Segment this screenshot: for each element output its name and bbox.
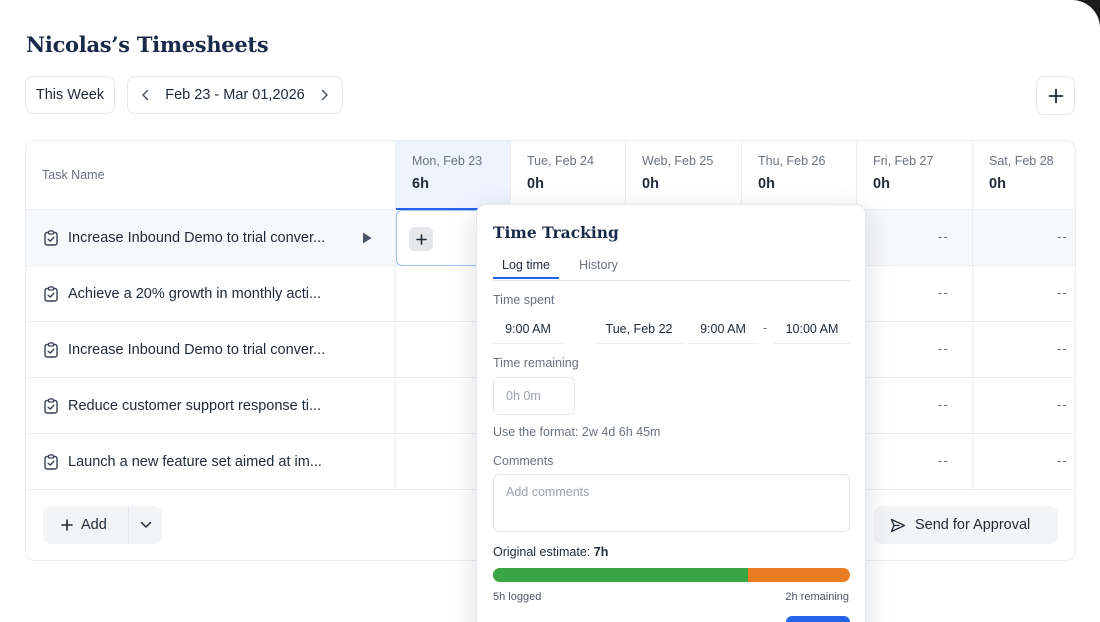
day-label: Web, Feb 25 xyxy=(642,154,714,168)
task-name: Increase Inbound Demo to trial conver... xyxy=(68,230,326,246)
day-column-thu[interactable]: Thu, Feb 26 0h xyxy=(741,141,856,210)
task-name: Launch a new feature set aimed at im... xyxy=(68,454,322,470)
format-hint: Use the format: 2w 4d 6h 45m xyxy=(493,425,661,439)
day-label: Mon, Feb 23 xyxy=(412,154,483,168)
play-icon[interactable] xyxy=(361,231,373,245)
time-progress-bar xyxy=(493,568,850,582)
empty-time-value: -- xyxy=(938,229,949,244)
day-column-wed[interactable]: Web, Feb 25 0h xyxy=(625,141,741,210)
task-name: Reduce customer support response ti... xyxy=(68,398,322,414)
to-time-field[interactable]: 10:00 AM xyxy=(774,314,850,344)
task-cell[interactable]: Increase Inbound Demo to trial conver... xyxy=(44,322,325,378)
day-column-tue[interactable]: Tue, Feb 24 0h xyxy=(510,141,625,210)
tab-history[interactable]: History xyxy=(579,258,618,272)
day-column-mon[interactable]: Mon, Feb 23 6h xyxy=(395,141,510,211)
day-column-sat[interactable]: Sat, Feb 28 0h xyxy=(972,141,1075,210)
chevron-down-icon xyxy=(140,521,151,528)
page-title: Nicolas’s Timesheets xyxy=(26,32,269,57)
empty-time-value: -- xyxy=(938,397,949,412)
day-hours: 6h xyxy=(412,176,429,192)
empty-time-value: -- xyxy=(1057,397,1068,412)
clipboard-check-icon xyxy=(44,454,58,470)
day-hours: 0h xyxy=(989,176,1006,192)
add-time-button[interactable] xyxy=(409,227,433,251)
empty-time-value: -- xyxy=(1057,229,1068,244)
date-field[interactable]: Tue, Feb 22 xyxy=(595,314,683,344)
task-cell[interactable]: Launch a new feature set aimed at im... xyxy=(44,434,322,490)
logged-progress-fill xyxy=(493,568,748,582)
empty-time-value: -- xyxy=(1057,341,1068,356)
empty-time-value: -- xyxy=(938,453,949,468)
add-task-label: Add xyxy=(81,517,107,533)
original-estimate: Original estimate: 7h xyxy=(493,545,608,559)
clipboard-check-icon xyxy=(44,398,58,414)
time-range-separator: - xyxy=(763,321,768,335)
date-range-picker: Feb 23 - Mar 01,2026 xyxy=(127,76,343,114)
this-week-button[interactable]: This Week xyxy=(25,76,115,114)
day-label: Thu, Feb 26 xyxy=(758,154,826,168)
empty-time-value: -- xyxy=(938,341,949,356)
estimate-label: Original estimate: xyxy=(493,545,591,559)
comments-label: Comments xyxy=(493,454,554,468)
plus-icon xyxy=(61,519,73,531)
add-task-button[interactable]: Add xyxy=(43,506,129,544)
day-hours: 0h xyxy=(873,176,890,192)
day-column-fri[interactable]: Fri, Feb 27 0h xyxy=(856,141,972,210)
add-task-split-button: Add xyxy=(43,506,162,544)
comments-textarea[interactable]: Add comments xyxy=(493,474,850,532)
add-entry-button[interactable] xyxy=(1036,76,1075,115)
clipboard-check-icon xyxy=(44,342,58,358)
clipboard-check-icon xyxy=(44,230,58,246)
task-cell[interactable]: Reduce customer support response ti... xyxy=(44,378,321,434)
popover-tabs: Log time History xyxy=(493,255,850,281)
remaining-text: 2h remaining xyxy=(785,591,849,603)
time-remaining-label: Time remaining xyxy=(493,356,579,370)
time-spent-label: Time spent xyxy=(493,293,555,307)
start-time-field[interactable]: 9:00 AM xyxy=(493,314,563,344)
popover-title: Time Tracking xyxy=(493,223,619,242)
plus-icon xyxy=(1048,88,1063,103)
timesheet-app: Nicolas’s Timesheets This Week Feb 23 - … xyxy=(0,0,1100,622)
task-cell[interactable]: Increase Inbound Demo to trial conver... xyxy=(44,210,325,266)
empty-time-value: -- xyxy=(1057,285,1068,300)
plus-icon xyxy=(415,233,427,245)
save-time-button[interactable] xyxy=(786,616,850,622)
day-label: Sat, Feb 28 xyxy=(989,154,1054,168)
time-tracking-popover: Time Tracking Log time History Time spen… xyxy=(476,204,866,622)
task-cell[interactable]: Achieve a 20% growth in monthly acti... xyxy=(44,266,321,322)
send-icon xyxy=(890,518,906,532)
empty-time-value: -- xyxy=(938,285,949,300)
time-remaining-input[interactable]: 0h 0m xyxy=(493,377,575,415)
estimate-value: 7h xyxy=(593,545,609,559)
send-for-approval-button[interactable]: Send for Approval xyxy=(874,506,1058,544)
from-time-field[interactable]: 9:00 AM xyxy=(688,314,758,344)
day-hours: 0h xyxy=(527,176,544,192)
chevron-left-icon[interactable] xyxy=(138,88,152,102)
date-range-label: Feb 23 - Mar 01,2026 xyxy=(165,87,305,103)
add-task-dropdown[interactable] xyxy=(129,521,162,529)
send-for-approval-label: Send for Approval xyxy=(915,517,1031,533)
chevron-right-icon[interactable] xyxy=(318,88,332,102)
task-name-header: Task Name xyxy=(42,168,105,182)
day-hours: 0h xyxy=(642,176,659,192)
task-name: Achieve a 20% growth in monthly acti... xyxy=(68,286,322,302)
task-name: Increase Inbound Demo to trial conver... xyxy=(68,342,326,358)
empty-time-value: -- xyxy=(1057,453,1068,468)
day-label: Fri, Feb 27 xyxy=(873,154,934,168)
logged-text: 5h logged xyxy=(493,591,542,603)
tab-log-time[interactable]: Log time xyxy=(493,258,559,279)
day-hours: 0h xyxy=(758,176,775,192)
clipboard-check-icon xyxy=(44,286,58,302)
table-header: Task Name Mon, Feb 23 6h Tue, Feb 24 0h … xyxy=(26,141,1075,211)
day-label: Tue, Feb 24 xyxy=(527,154,594,168)
